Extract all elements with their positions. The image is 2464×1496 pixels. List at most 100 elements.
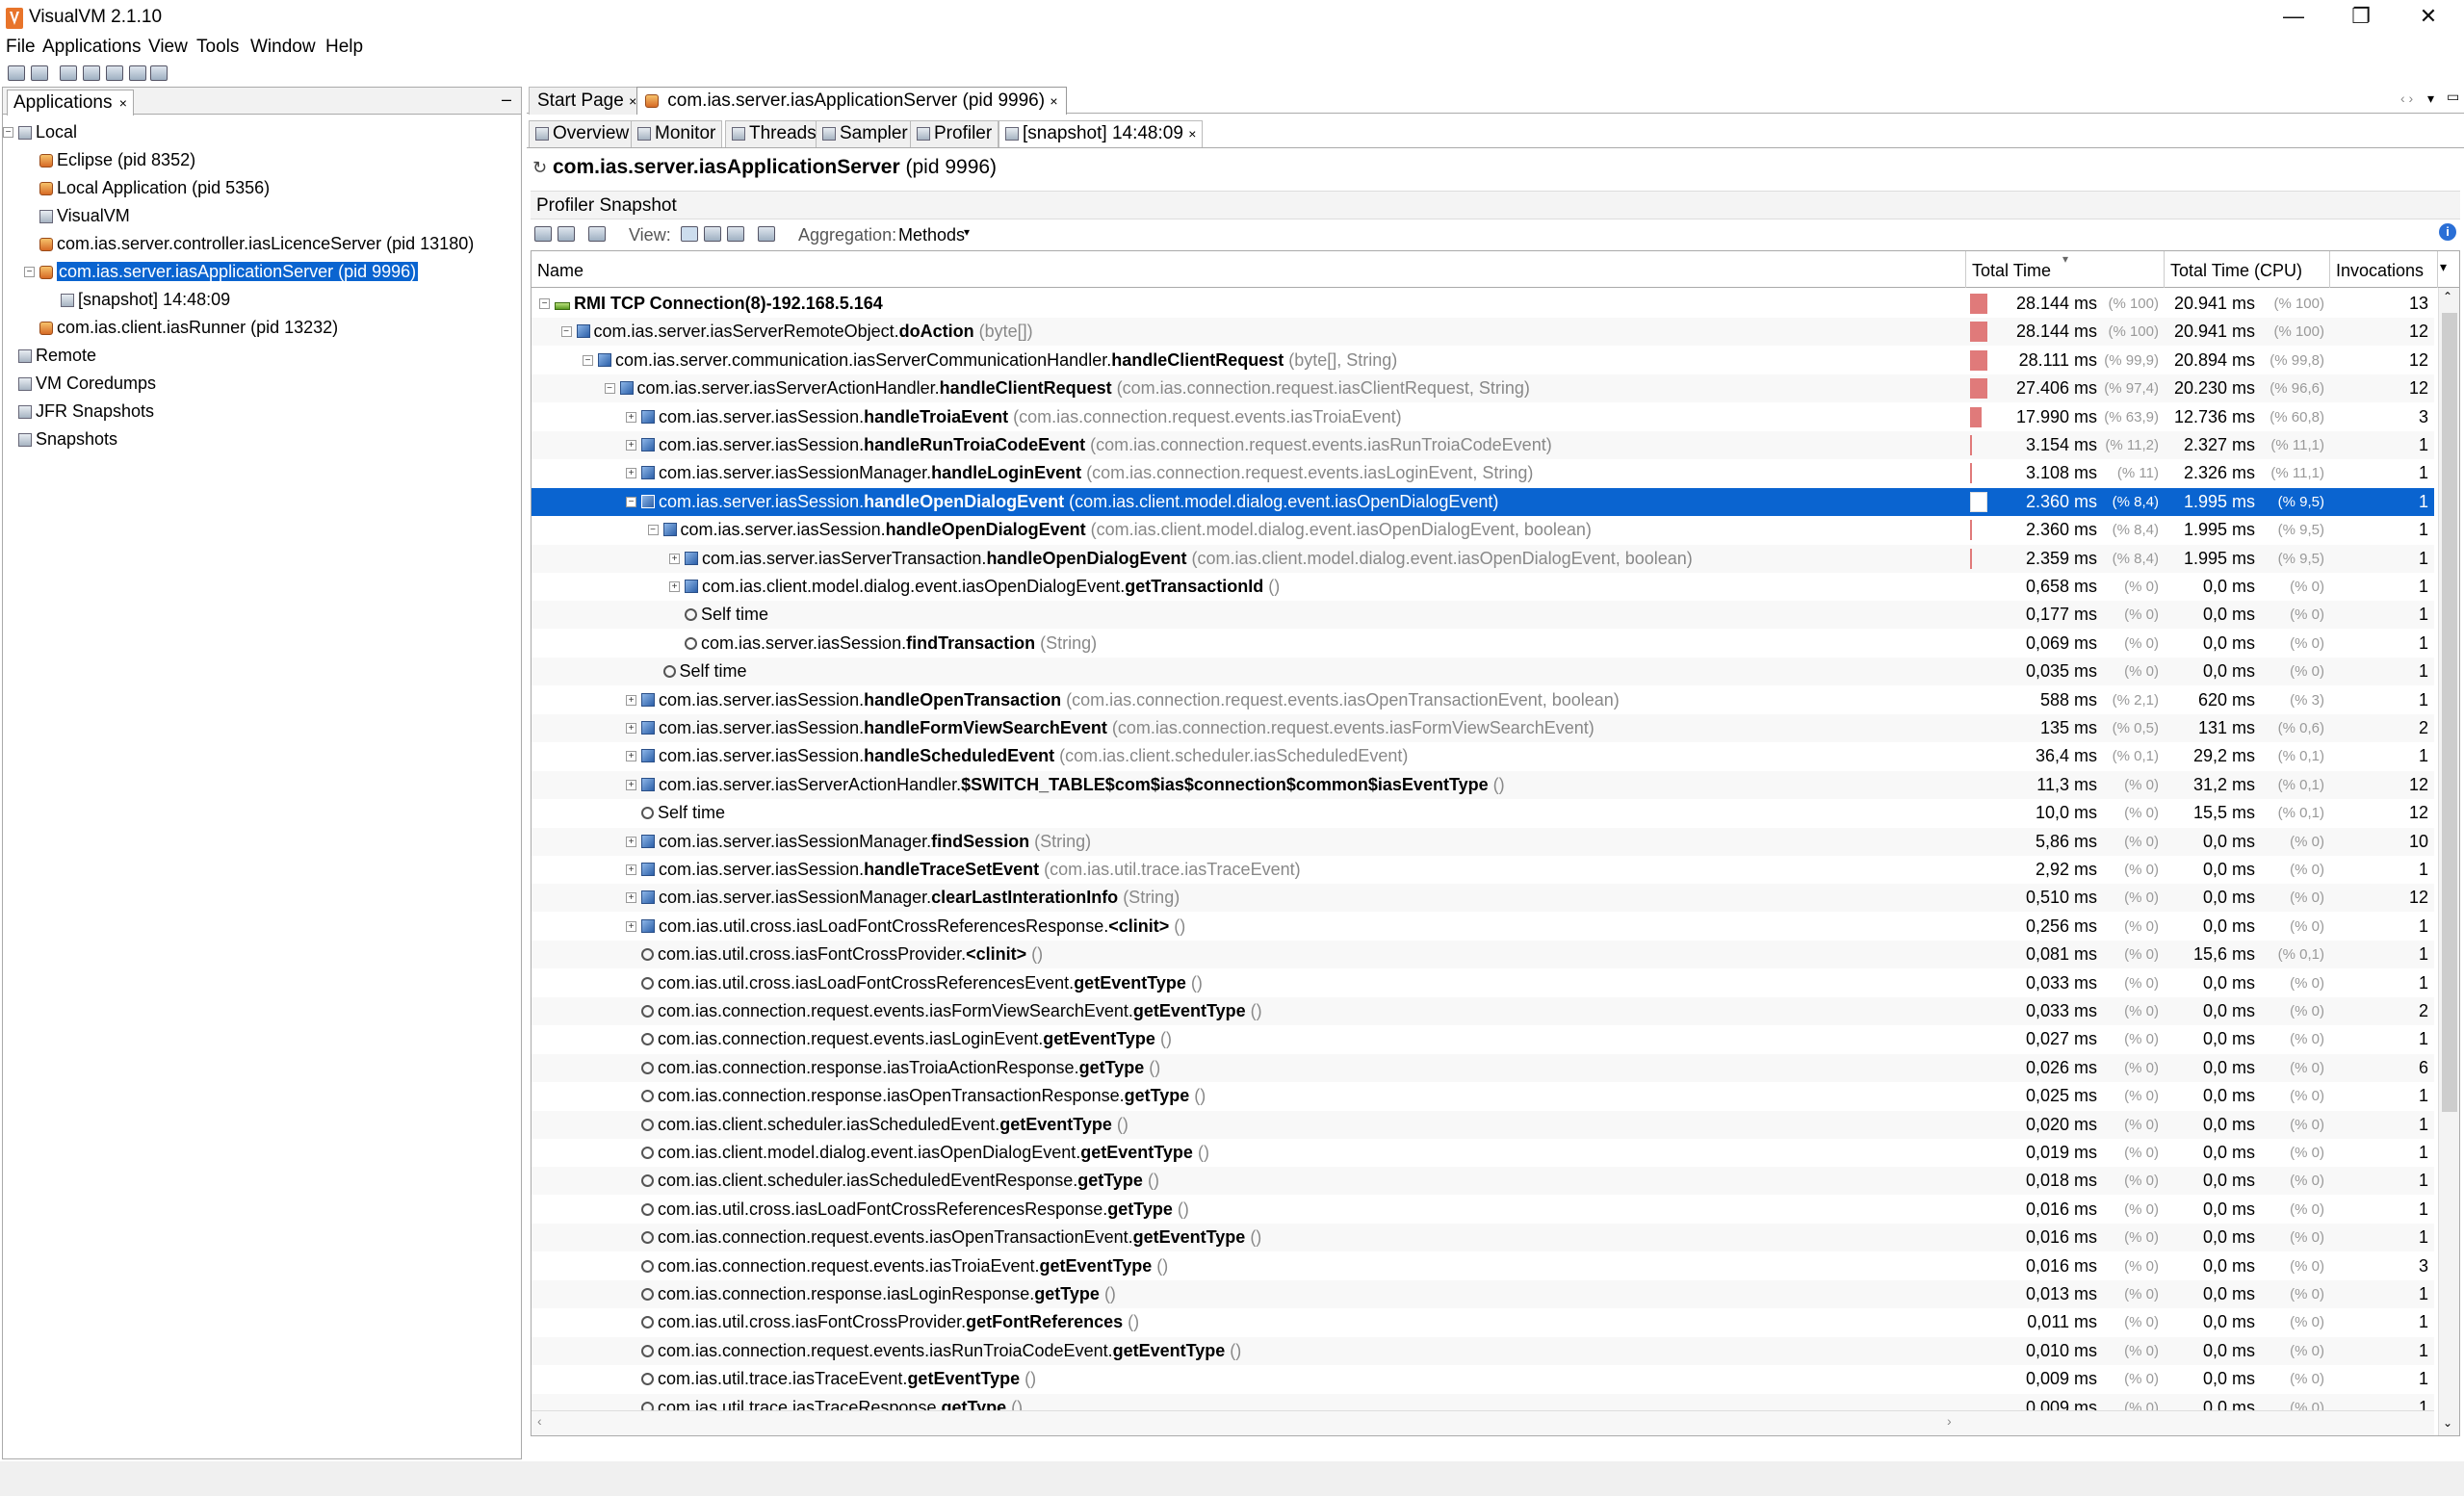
minimize-panel-button[interactable]: – [502, 90, 511, 110]
table-row[interactable]: + com.ias.server.iasSessionManager.findSe… [532, 827, 2434, 856]
maximize-button[interactable]: ❐ [2332, 0, 2390, 33]
menu-tools[interactable]: Tools [196, 37, 239, 58]
table-row[interactable]: com.ias.connection.request.events.iasFor… [532, 997, 2434, 1025]
table-row[interactable]: Self time 0,035 ms (% 0) 0,0 ms (% 0) 1 [532, 658, 2434, 686]
collapse-icon[interactable]: − [583, 354, 593, 366]
tree-item[interactable]: VisualVM [34, 202, 130, 230]
close-button[interactable]: ✕ [2399, 0, 2457, 33]
collapse-icon[interactable]: − [3, 127, 13, 138]
tab-overview[interactable]: Overview [529, 120, 636, 147]
table-row[interactable]: com.ias.connection.request.events.iasOpe… [532, 1224, 2434, 1252]
tab-start-page[interactable]: Start Page × [529, 87, 646, 115]
info-icon[interactable]: i [2439, 223, 2456, 241]
heap-dump-icon[interactable] [83, 65, 100, 81]
table-row[interactable]: − RMI TCP Connection(8)-192.168.5.164 28.1… [532, 290, 2434, 318]
scroll-tabs-left-icon[interactable]: ‹ › [2400, 90, 2413, 106]
menu-window[interactable]: Window [250, 37, 316, 58]
expand-icon[interactable]: + [626, 411, 636, 423]
save-snapshot-icon[interactable] [534, 226, 552, 242]
tree-item[interactable]: − Local [3, 118, 77, 146]
table-row[interactable]: + com.ias.client.model.dialog.event.iasOp… [532, 573, 2434, 601]
column-chooser-icon[interactable]: ▾ [2440, 259, 2447, 275]
table-row[interactable]: + com.ias.server.iasServerTransaction.han… [532, 544, 2434, 573]
table-row[interactable]: + com.ias.server.iasServerActionHandler.$… [532, 770, 2434, 799]
expand-icon[interactable]: + [669, 553, 680, 564]
table-row[interactable]: − com.ias.server.iasSession.handleOpenDia… [532, 516, 2434, 544]
tree-item[interactable]: VM Coredumps [13, 370, 156, 398]
tree-item[interactable]: com.ias.server.controller.iasLicenceServ… [34, 230, 474, 258]
tab-profiler[interactable]: Profiler [910, 120, 999, 147]
expand-icon[interactable]: + [626, 440, 636, 451]
table-row[interactable]: + com.ias.server.iasSession.handleFormVie… [532, 714, 2434, 742]
horizontal-scrollbar[interactable]: ‹ › [532, 1410, 2434, 1435]
profile-icon[interactable] [150, 65, 168, 81]
expand-icon[interactable]: + [626, 694, 636, 706]
table-row[interactable]: + com.ias.server.iasSession.handleTraceSe… [532, 856, 2434, 884]
combined-view-icon[interactable] [727, 226, 744, 242]
tab-threads[interactable]: Threads [725, 120, 823, 147]
collapse-icon[interactable]: − [626, 496, 636, 507]
expand-icon[interactable]: + [626, 864, 636, 875]
table-row[interactable]: com.ias.connection.request.events.iasLog… [532, 1025, 2434, 1053]
scroll-up-icon[interactable]: ⌃ [2443, 290, 2452, 303]
tab-application-server[interactable]: com.ias.server.iasApplicationServer (pid… [636, 87, 1067, 115]
save-icon[interactable] [31, 65, 48, 81]
applications-tab[interactable]: Applications × [7, 90, 134, 116]
expand-icon[interactable]: + [626, 723, 636, 734]
table-row[interactable]: com.ias.util.trace.iasTraceResponse.getT… [532, 1393, 2434, 1410]
open-file-icon[interactable] [8, 65, 25, 81]
aggregation-select[interactable]: Methods [898, 225, 965, 245]
vertical-scrollbar[interactable]: ⌃ ⌄ [2438, 288, 2459, 1435]
expand-icon[interactable]: + [626, 920, 636, 932]
expand-icon[interactable]: + [626, 779, 636, 790]
table-row[interactable]: Self time 0,177 ms (% 0) 0,0 ms (% 0) 1 [532, 601, 2434, 630]
close-icon[interactable]: × [1188, 126, 1196, 142]
snapshot-info-icon[interactable] [588, 226, 606, 242]
table-row[interactable]: − com.ias.server.iasSession.handleOpenDia… [532, 487, 2434, 516]
tab-list-icon[interactable]: ▾ [2427, 90, 2434, 107]
tab-sampler[interactable]: Sampler [816, 120, 915, 147]
expand-icon[interactable]: + [626, 892, 636, 904]
collapse-icon[interactable]: − [604, 383, 615, 395]
vertical-scrollbar-thumb[interactable] [2442, 313, 2457, 1112]
menu-help[interactable]: Help [325, 37, 363, 58]
maximize-tab-icon[interactable]: ▭ [2447, 89, 2459, 105]
collapse-icon[interactable]: − [647, 525, 659, 536]
tree-item[interactable]: Remote [13, 342, 96, 370]
table-row[interactable]: com.ias.util.cross.iasLoadFontCrossRefer… [532, 1196, 2434, 1224]
table-row[interactable]: + com.ias.server.iasSessionManager.clearL… [532, 884, 2434, 913]
tree-item[interactable]: com.ias.client.iasRunner (pid 13232) [34, 314, 338, 342]
column-total-time-cpu-header[interactable]: Total Time (CPU) [2165, 251, 2330, 288]
menu-file[interactable]: File [6, 37, 36, 58]
table-row[interactable]: com.ias.client.scheduler.iasScheduledEve… [532, 1110, 2434, 1139]
tree-item[interactable]: − com.ias.server.iasApplicationServer (pi… [24, 258, 420, 286]
columns-icon[interactable] [758, 226, 775, 242]
table-row[interactable]: + com.ias.server.iasSession.handleOpenTra… [532, 686, 2434, 714]
expand-icon[interactable]: + [626, 468, 636, 479]
table-row[interactable]: com.ias.util.cross.iasFontCrossProvider.… [532, 941, 2434, 969]
chevron-down-icon[interactable]: ▾ [964, 225, 970, 239]
table-row[interactable]: + com.ias.server.iasSession.handleSchedul… [532, 742, 2434, 770]
call-tree-view-icon[interactable] [681, 226, 698, 242]
menu-applications[interactable]: Applications [42, 37, 141, 58]
table-row[interactable]: com.ias.util.cross.iasFontCrossProvider.… [532, 1308, 2434, 1336]
table-row[interactable]: com.ias.connection.response.iasOpenTrans… [532, 1082, 2434, 1110]
table-row[interactable]: com.ias.client.model.dialog.event.iasOpe… [532, 1139, 2434, 1167]
table-row[interactable]: com.ias.connection.request.events.iasRun… [532, 1336, 2434, 1365]
table-row[interactable]: com.ias.connection.response.iasTroiaActi… [532, 1053, 2434, 1082]
table-row[interactable]: com.ias.server.iasSession.findTransactio… [532, 630, 2434, 658]
table-row[interactable]: com.ias.connection.response.iasLoginResp… [532, 1280, 2434, 1308]
collapse-icon[interactable]: − [560, 326, 572, 338]
scroll-left-icon[interactable]: ‹ [537, 1413, 542, 1429]
expand-icon[interactable]: + [669, 581, 680, 592]
close-icon[interactable]: × [1050, 93, 1057, 109]
hot-spots-view-icon[interactable] [704, 226, 721, 242]
table-row[interactable]: com.ias.client.scheduler.iasScheduledEve… [532, 1167, 2434, 1196]
table-row[interactable]: Self time 10,0 ms (% 0) 15,5 ms (% 0,1) 12 [532, 799, 2434, 827]
tree-item[interactable]: Snapshots [13, 426, 117, 453]
thread-dump-icon[interactable] [106, 65, 123, 81]
table-row[interactable]: + com.ias.util.cross.iasLoadFontCrossRefe… [532, 913, 2434, 941]
menu-view[interactable]: View [148, 37, 188, 58]
scroll-down-icon[interactable]: ⌄ [2443, 1416, 2452, 1430]
tab-snapshot[interactable]: [snapshot] 14:48:09 × [999, 120, 1204, 147]
